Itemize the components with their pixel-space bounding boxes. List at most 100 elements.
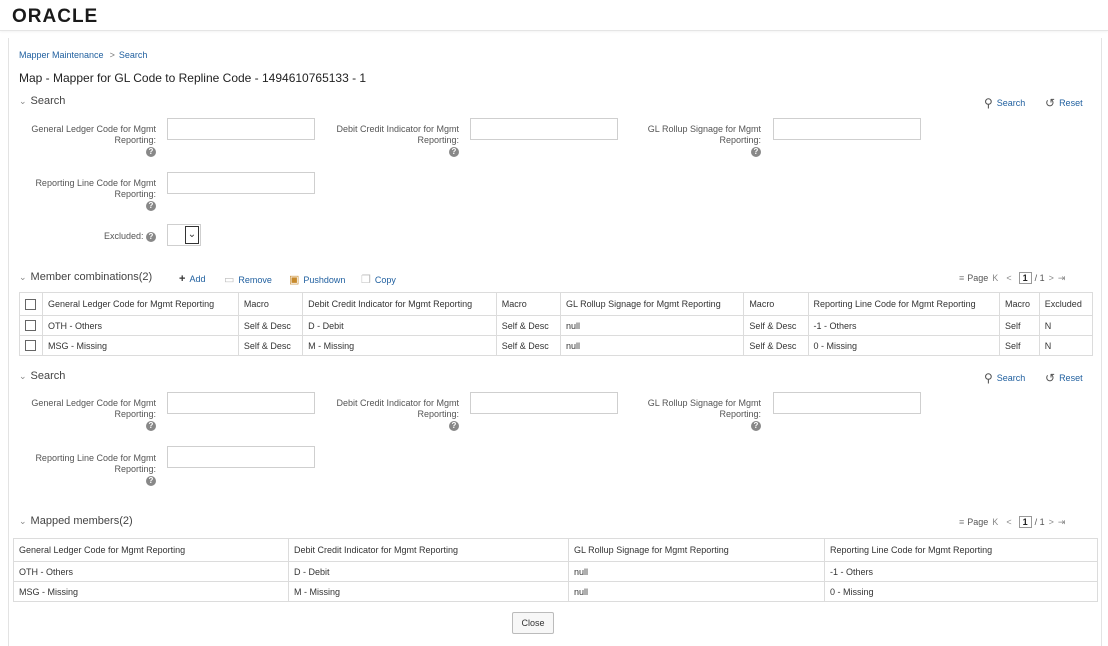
row-checkbox[interactable] — [25, 320, 36, 332]
column-header[interactable]: Macro — [237, 292, 304, 316]
table-cell: Self & Desc — [495, 315, 561, 336]
table-row[interactable]: OTH - Others D - Debit null -1 - Others — [13, 561, 1098, 582]
reporting-line-input[interactable] — [167, 172, 315, 194]
help-icon[interactable]: ? — [146, 232, 156, 242]
help-icon[interactable]: ? — [146, 476, 156, 486]
reset-button-label: Reset — [1059, 373, 1083, 383]
help-icon[interactable]: ? — [449, 421, 459, 431]
search-button-2[interactable]: ⚲ Search — [984, 371, 1025, 385]
row-select-cell[interactable] — [19, 315, 43, 336]
column-header[interactable]: General Ledger Code for Mgmt Reporting — [42, 292, 239, 316]
first-page-icon[interactable]: K — [992, 517, 998, 527]
table-header-row: General Ledger Code for Mgmt Reporting M… — [19, 292, 1094, 316]
member-combinations-table: General Ledger Code for Mgmt Reporting M… — [19, 292, 1094, 356]
gl-code-label-2: General Ledger Code for Mgmt Reporting: … — [31, 398, 156, 431]
gl-code-label: General Ledger Code for Mgmt Reporting: … — [31, 124, 156, 157]
close-button[interactable]: Close — [512, 612, 554, 634]
column-header[interactable]: Debit Credit Indicator for Mgmt Reportin… — [302, 292, 497, 316]
table-cell: null — [559, 315, 745, 336]
help-icon[interactable]: ? — [146, 421, 156, 431]
row-checkbox[interactable] — [25, 340, 36, 352]
remove-button[interactable]: ▭ Remove — [224, 273, 272, 286]
debit-credit-label-2: Debit Credit Indicator for Mgmt Reportin… — [336, 398, 459, 431]
chevron-down-icon: ⌄ — [19, 271, 27, 282]
table-row[interactable]: MSG - Missing M - Missing null 0 - Missi… — [13, 581, 1098, 602]
help-icon[interactable]: ? — [449, 147, 459, 157]
pager-label: Page — [967, 517, 989, 527]
last-page-icon[interactable]: ⇥ — [1058, 517, 1066, 528]
column-header[interactable]: Debit Credit Indicator for Mgmt Reportin… — [288, 538, 569, 562]
plus-icon: + — [179, 273, 186, 285]
search-section-2-title: Search — [30, 370, 66, 382]
select-all-checkbox[interactable] — [25, 298, 36, 310]
table-cell: MSG - Missing — [13, 581, 289, 602]
first-page-icon[interactable]: K — [992, 273, 998, 283]
table-cell: N — [1038, 335, 1094, 356]
reset-button[interactable]: ↺ Reset — [1045, 96, 1083, 110]
prev-page-icon[interactable]: < — [1006, 273, 1011, 283]
pushdown-button[interactable]: ▣ Pushdown — [289, 273, 345, 286]
column-header[interactable]: Macro — [743, 292, 809, 316]
column-header[interactable]: Macro — [495, 292, 561, 316]
chevron-down-icon[interactable]: ⌄ — [185, 226, 199, 244]
search-button[interactable]: ⚲ Search — [984, 96, 1025, 110]
breadcrumb-search[interactable]: Search — [119, 50, 148, 60]
member-combinations-header[interactable]: ⌄ Member combinations(2) — [19, 271, 152, 283]
main-content: Mapper Maintenance > Search Map - Mapper f… — [8, 38, 1102, 646]
gl-code-input[interactable] — [167, 118, 315, 140]
column-header[interactable]: Macro — [998, 292, 1040, 316]
table-cell: Self & Desc — [743, 335, 809, 356]
reporting-line-input-2[interactable] — [167, 446, 315, 468]
reset-icon: ↺ — [1045, 96, 1056, 110]
table-cell: OTH - Others — [13, 561, 289, 582]
row-select-cell[interactable] — [19, 335, 43, 356]
magnifier-icon: ⚲ — [984, 371, 993, 385]
excluded-select[interactable]: ⌄ — [167, 224, 201, 246]
prev-page-icon[interactable]: < — [1006, 517, 1011, 527]
search-section-title: Search — [30, 95, 66, 107]
help-icon[interactable]: ? — [751, 421, 761, 431]
page-icon: ≡ — [959, 273, 965, 283]
select-all-cell[interactable] — [19, 292, 43, 316]
trash-icon: ▭ — [224, 274, 235, 286]
excluded-label: Excluded: ? — [19, 231, 156, 242]
next-page-icon[interactable]: > — [1049, 273, 1054, 283]
column-header[interactable]: GL Rollup Signage for Mgmt Reporting — [568, 538, 825, 562]
column-header[interactable]: General Ledger Code for Mgmt Reporting — [13, 538, 289, 562]
debit-credit-input[interactable] — [470, 118, 618, 140]
table-row[interactable]: MSG - Missing Self & Desc M - Missing Se… — [19, 335, 1094, 356]
last-page-icon[interactable]: ⇥ — [1058, 273, 1066, 284]
column-header[interactable]: Reporting Line Code for Mgmt Reporting — [824, 538, 1098, 562]
page-number-input[interactable]: 1 — [1018, 516, 1032, 528]
mapped-members-header[interactable]: ⌄ Mapped members(2) — [19, 515, 133, 527]
help-icon[interactable]: ? — [146, 201, 156, 211]
column-header[interactable]: GL Rollup Signage for Mgmt Reporting — [559, 292, 745, 316]
reporting-line-label: Reporting Line Code for Mgmt Reporting: … — [35, 178, 156, 211]
help-icon[interactable]: ? — [751, 147, 761, 157]
gl-rollup-label: GL Rollup Signage for Mgmt Reporting: ? — [647, 124, 761, 157]
search-section-header[interactable]: ⌄ Search — [19, 95, 65, 107]
table-row[interactable]: OTH - Others Self & Desc D - Debit Self … — [19, 315, 1094, 336]
page-number-input[interactable]: 1 — [1018, 272, 1032, 284]
add-button[interactable]: + Add — [179, 273, 205, 285]
next-page-icon[interactable]: > — [1049, 517, 1054, 527]
search-section-2-header[interactable]: ⌄ Search — [19, 370, 65, 382]
gl-rollup-input-2[interactable] — [773, 392, 921, 414]
column-header[interactable]: Reporting Line Code for Mgmt Reporting — [807, 292, 1000, 316]
breadcrumb-mapper-maintenance[interactable]: Mapper Maintenance — [19, 50, 104, 60]
copy-button[interactable]: ❐ Copy — [361, 273, 396, 286]
gl-rollup-input[interactable] — [773, 118, 921, 140]
table-cell: 0 - Missing — [824, 581, 1098, 602]
table-cell: null — [568, 581, 825, 602]
debit-credit-input-2[interactable] — [470, 392, 618, 414]
page-icon: ≡ — [959, 517, 965, 527]
mapped-members-title: Mapped members(2) — [30, 515, 133, 527]
reset-button-2[interactable]: ↺ Reset — [1045, 371, 1083, 385]
help-icon[interactable]: ? — [146, 147, 156, 157]
breadcrumb: Mapper Maintenance > Search — [19, 50, 147, 60]
pushdown-button-label: Pushdown — [303, 274, 346, 285]
gl-code-input-2[interactable] — [167, 392, 315, 414]
pushdown-icon: ▣ — [289, 274, 300, 286]
table-cell: M - Missing — [302, 335, 497, 356]
column-header[interactable]: Excluded — [1038, 292, 1094, 316]
